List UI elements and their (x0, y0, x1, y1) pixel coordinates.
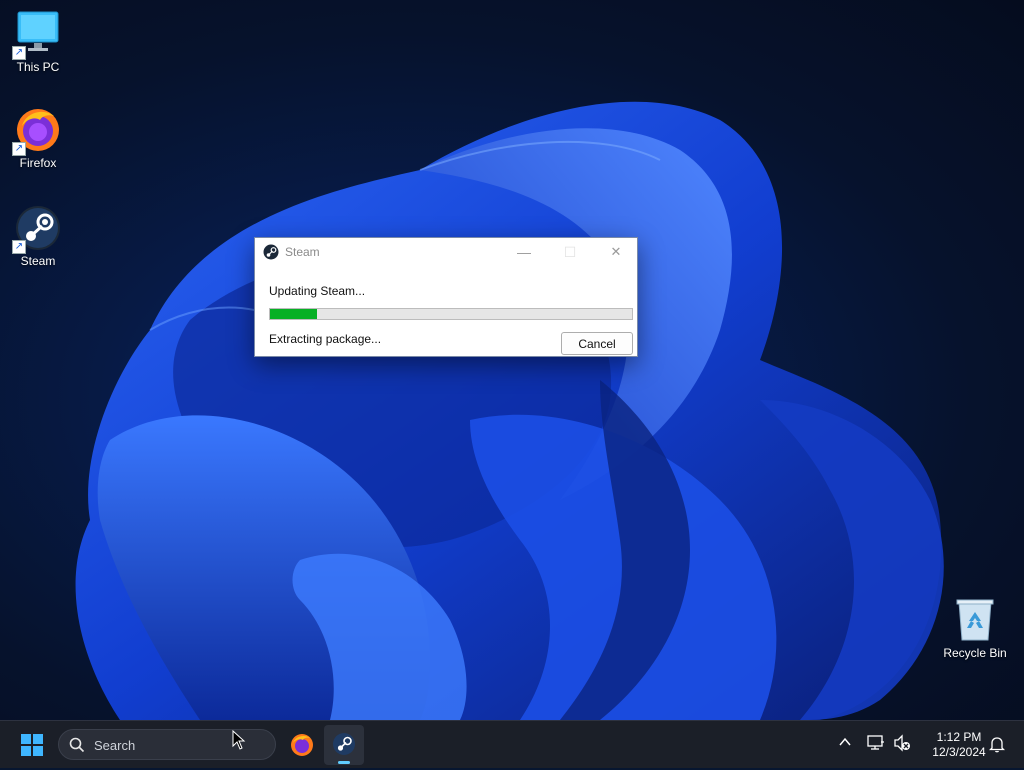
desktop-icon-label: Steam (20, 254, 56, 268)
firefox-icon: ↗ (12, 106, 62, 156)
shortcut-arrow-icon: ↗ (12, 46, 26, 60)
shortcut-arrow-icon: ↗ (12, 240, 26, 254)
detail-text: Extracting package... (269, 332, 382, 346)
dialog-titlebar[interactable]: Steam — ☐ ✕ (255, 238, 637, 266)
recycle-bin-icon (951, 596, 999, 644)
desktop-icon-firefox[interactable]: ↗ Firefox (0, 106, 76, 170)
steam-update-dialog: Steam — ☐ ✕ Updating Steam... Extracting… (254, 237, 638, 357)
wallpaper-bloom (75, 101, 944, 720)
active-indicator (338, 761, 350, 764)
desktop-icon-this-pc[interactable]: ↗ This PC (0, 10, 76, 74)
maximize-button[interactable]: ☐ (547, 238, 593, 266)
close-button[interactable]: ✕ (593, 238, 639, 266)
this-pc-icon: ↗ (12, 10, 62, 60)
clock-date: 12/3/2024 (932, 745, 986, 759)
shortcut-arrow-icon: ↗ (12, 142, 26, 156)
desktop: ↗ This PC ↗ Firefox ↗ Steam Recycle Bin … (0, 0, 1024, 720)
desktop-icon-recycle-bin[interactable]: Recycle Bin (937, 596, 1013, 660)
search-icon (69, 737, 85, 753)
windows-logo-icon (21, 734, 43, 756)
taskbar-steam-button[interactable] (324, 725, 364, 765)
steam-icon (333, 733, 355, 755)
search-placeholder: Search (94, 738, 136, 753)
minimize-button[interactable]: — (501, 238, 547, 266)
firefox-icon (291, 734, 313, 756)
volume-muted-icon[interactable] (893, 734, 911, 752)
start-button[interactable] (12, 725, 52, 765)
chevron-up-icon[interactable] (838, 735, 852, 749)
taskbar-clock[interactable]: 1:12 PM 12/3/2024 (918, 730, 1000, 760)
notification-bell-icon[interactable] (989, 735, 1005, 753)
steam-icon: ↗ (12, 204, 62, 254)
taskbar-firefox-button[interactable] (282, 725, 322, 765)
dialog-title: Steam (285, 245, 320, 259)
taskbar: Search 1:12 PM 12/3/2024 (0, 720, 1024, 768)
network-icon[interactable] (867, 734, 885, 752)
steam-logo-icon (263, 244, 279, 265)
status-text: Updating Steam... (269, 284, 366, 298)
mouse-cursor-icon (232, 730, 246, 750)
cancel-button[interactable]: Cancel (561, 332, 633, 355)
desktop-icon-steam[interactable]: ↗ Steam (0, 204, 76, 268)
update-progress-bar (269, 308, 633, 320)
clock-time: 1:12 PM (936, 730, 982, 744)
desktop-icon-label: This PC (16, 60, 60, 74)
desktop-icon-label: Recycle Bin (943, 646, 1007, 660)
desktop-icon-label: Firefox (19, 156, 57, 170)
progress-fill (270, 309, 318, 319)
